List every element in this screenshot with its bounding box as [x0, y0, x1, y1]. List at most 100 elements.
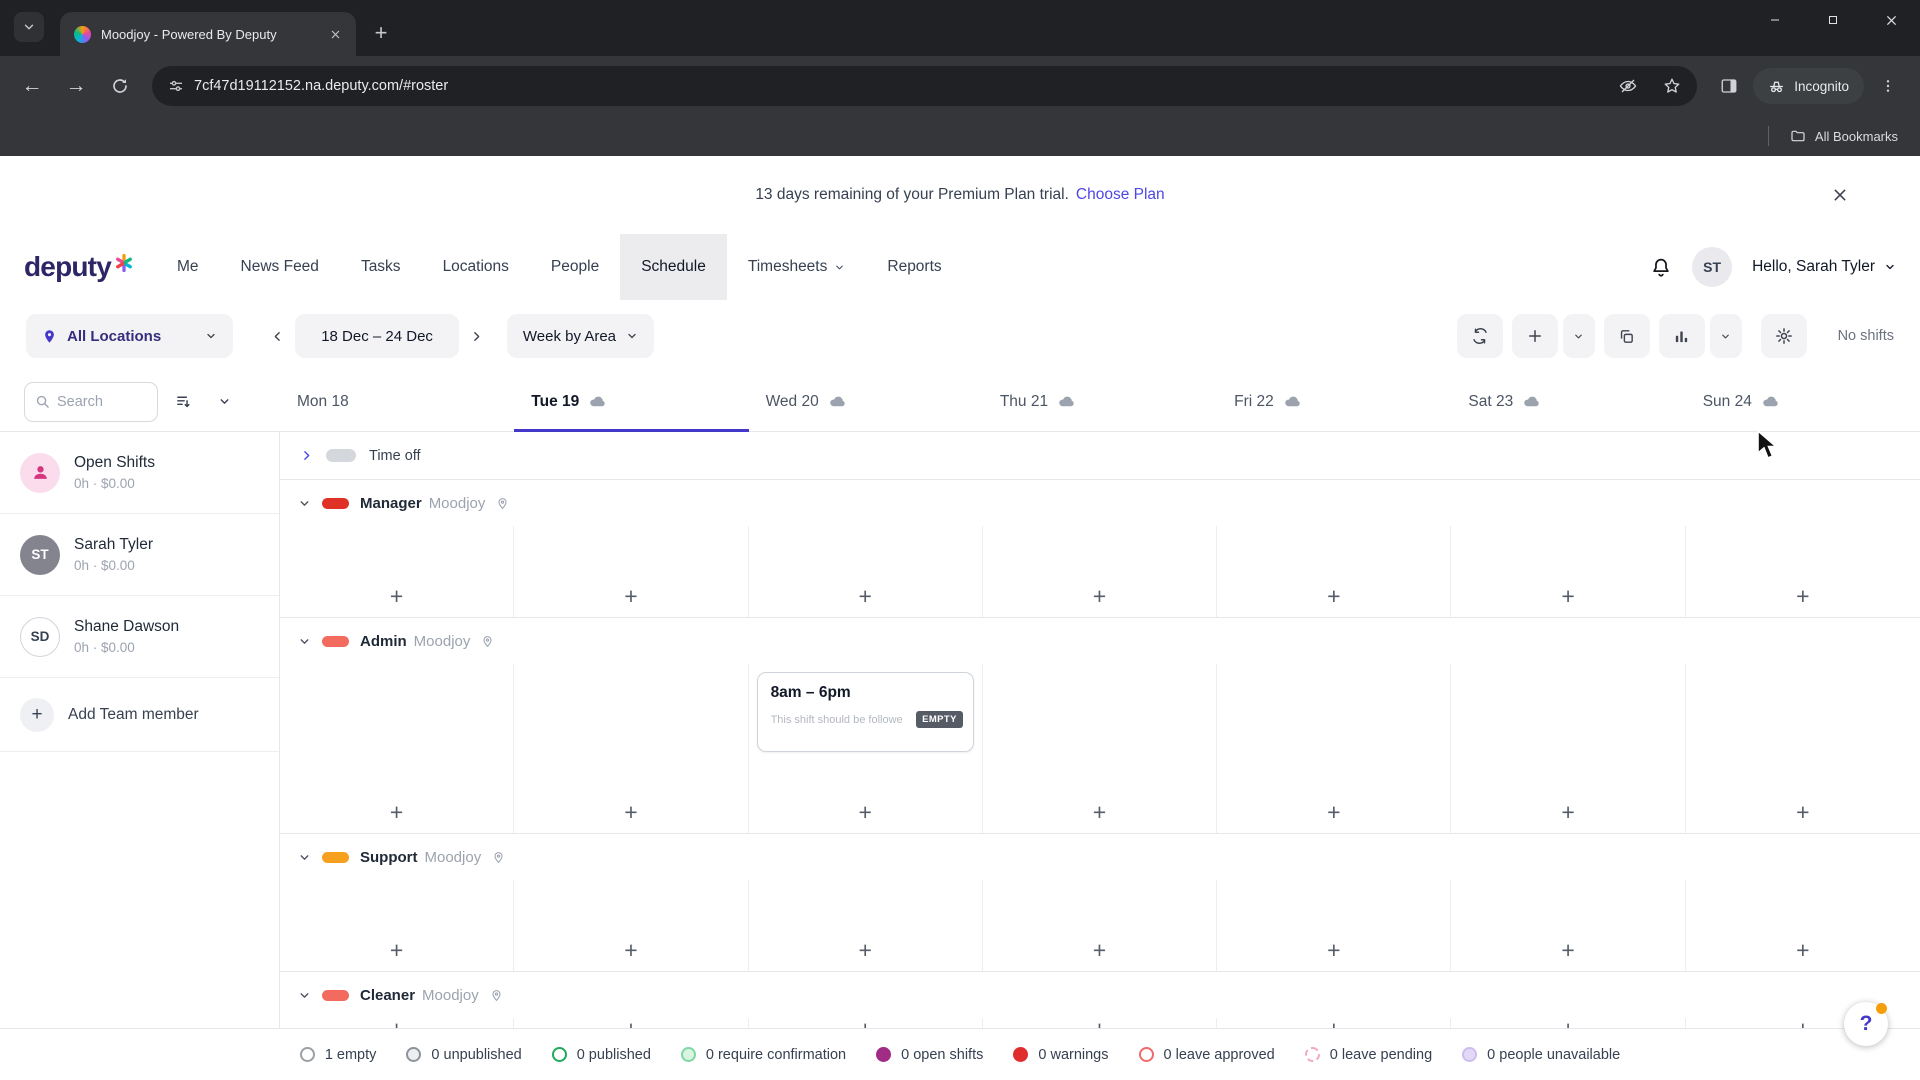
shift-cell[interactable]: + — [1686, 526, 1920, 617]
add-shift-button[interactable]: + — [1796, 801, 1809, 824]
stats-button[interactable] — [1658, 314, 1705, 358]
add-shift-button[interactable]: + — [1327, 1018, 1340, 1028]
shift-cell[interactable]: + — [514, 664, 749, 833]
day-header-mon-18[interactable]: Mon 18 — [280, 372, 514, 431]
time-off-row[interactable]: Time off — [280, 432, 1920, 480]
team-member-sarah-tyler[interactable]: ST Sarah Tyler 0h · $0.00 — [0, 514, 279, 596]
user-avatar[interactable]: ST — [1692, 247, 1733, 287]
add-shift-button[interactable]: + — [1093, 1018, 1106, 1028]
shift-cell[interactable]: + — [983, 664, 1218, 833]
add-shift-button[interactable]: + — [1796, 585, 1809, 608]
search-box[interactable] — [24, 381, 158, 422]
url-text[interactable]: 7cf47d19112152.na.deputy.com/#roster — [194, 78, 1601, 94]
day-header-wed-20[interactable]: Wed 20 — [749, 372, 983, 431]
day-header-sun-24[interactable]: Sun 24 — [1686, 372, 1920, 431]
nav-item-reports[interactable]: Reports — [866, 234, 962, 300]
shift-cell[interactable]: + — [983, 1018, 1218, 1028]
add-shift-button[interactable]: + — [624, 801, 637, 824]
tab-search-button[interactable] — [14, 12, 44, 42]
site-settings-icon[interactable] — [168, 78, 184, 94]
shift-cell[interactable]: + — [983, 880, 1218, 971]
choose-plan-link[interactable]: Choose Plan — [1076, 186, 1165, 204]
shift-cell[interactable]: + — [514, 880, 749, 971]
add-shifts-menu-button[interactable] — [1562, 314, 1595, 358]
shift-cell[interactable]: + — [280, 526, 515, 617]
tab-close-button[interactable] — [324, 23, 346, 45]
nav-item-tasks[interactable]: Tasks — [340, 234, 422, 300]
team-member-open-shifts[interactable]: Open Shifts 0h · $0.00 — [0, 432, 279, 514]
shift-cell[interactable]: + — [1686, 880, 1920, 971]
add-shift-button[interactable]: + — [1796, 939, 1809, 962]
search-input[interactable] — [57, 393, 135, 410]
expand-time-off-button[interactable] — [300, 449, 313, 462]
add-shift-button[interactable]: + — [1327, 801, 1340, 824]
add-shift-button[interactable]: + — [1561, 1018, 1574, 1028]
side-panel-button[interactable] — [1709, 66, 1749, 106]
back-button[interactable]: ← — [12, 66, 52, 106]
shift-cell[interactable]: + — [1217, 664, 1452, 833]
all-bookmarks-button[interactable]: All Bookmarks — [1815, 129, 1898, 144]
shift-cell[interactable]: + — [749, 1018, 983, 1028]
shift-card[interactable]: 8am – 6pm This shift should be followe E… — [756, 672, 974, 752]
add-shift-button[interactable]: + — [390, 1018, 403, 1028]
shift-cell[interactable]: + — [1451, 1018, 1686, 1028]
add-shift-button[interactable]: + — [1561, 801, 1574, 824]
add-team-member-button[interactable]: + Add Team member — [0, 678, 279, 752]
add-shift-button[interactable]: + — [858, 1018, 871, 1028]
forward-button[interactable]: → — [56, 66, 96, 106]
shift-cell[interactable]: + — [983, 526, 1218, 617]
shift-cell[interactable]: + — [514, 526, 749, 617]
location-filter-dropdown[interactable]: All Locations — [26, 314, 234, 358]
deputy-logo[interactable]: deputy — [24, 251, 134, 283]
add-shift-button[interactable]: + — [1093, 585, 1106, 608]
new-tab-button[interactable]: + — [366, 18, 396, 48]
nav-item-news-feed[interactable]: News Feed — [220, 234, 340, 300]
shift-cell[interactable]: + — [1451, 880, 1686, 971]
shift-cell[interactable]: + — [1451, 526, 1686, 617]
day-header-tue-19[interactable]: Tue 19 — [514, 372, 749, 432]
shift-cell[interactable]: + 8am – 6pm This shift should be followe… — [749, 664, 983, 833]
notifications-button[interactable] — [1650, 256, 1672, 278]
minimize-button[interactable] — [1746, 0, 1804, 40]
browser-menu-button[interactable] — [1868, 66, 1908, 106]
collapse-area-button[interactable] — [298, 497, 311, 510]
close-window-button[interactable] — [1862, 0, 1920, 40]
banner-close-button[interactable] — [1832, 187, 1848, 203]
shift-cell[interactable]: + — [514, 1018, 749, 1028]
add-shift-button[interactable]: + — [1093, 939, 1106, 962]
nav-item-locations[interactable]: Locations — [422, 234, 530, 300]
collapse-area-button[interactable] — [298, 635, 311, 648]
add-shift-button[interactable]: + — [858, 585, 871, 608]
shift-cell[interactable]: + — [1217, 526, 1452, 617]
add-shift-button[interactable]: + — [1327, 585, 1340, 608]
shift-cell[interactable]: + — [280, 664, 515, 833]
add-shift-button[interactable]: + — [858, 801, 871, 824]
browser-tab[interactable]: Moodjoy - Powered By Deputy — [60, 12, 356, 56]
add-shift-button[interactable]: + — [624, 939, 637, 962]
bookmark-star-button[interactable] — [1655, 69, 1689, 103]
day-header-thu-21[interactable]: Thu 21 — [983, 372, 1217, 431]
copy-schedule-button[interactable] — [1603, 314, 1650, 358]
reload-button[interactable] — [100, 66, 140, 106]
nav-item-timesheets[interactable]: Timesheets — [727, 234, 867, 300]
refresh-button[interactable] — [1456, 314, 1503, 358]
shift-cell[interactable]: + — [1217, 880, 1452, 971]
collapse-area-button[interactable] — [298, 851, 311, 864]
sort-button[interactable] — [167, 384, 199, 420]
day-header-sat-23[interactable]: Sat 23 — [1451, 372, 1685, 431]
add-shift-button[interactable]: + — [1561, 585, 1574, 608]
settings-button[interactable] — [1760, 314, 1807, 358]
view-mode-dropdown[interactable]: Week by Area — [506, 314, 655, 358]
nav-item-people[interactable]: People — [530, 234, 620, 300]
collapse-area-button[interactable] — [298, 989, 311, 1002]
add-shift-button[interactable]: + — [1796, 1018, 1809, 1028]
shift-cell[interactable]: + — [749, 526, 983, 617]
url-bar[interactable]: 7cf47d19112152.na.deputy.com/#roster — [152, 66, 1698, 106]
shift-cell[interactable]: + — [280, 880, 515, 971]
day-header-fri-22[interactable]: Fri 22 — [1217, 372, 1451, 431]
shift-cell[interactable]: + — [749, 880, 983, 971]
date-range-display[interactable]: 18 Dec – 24 Dec — [295, 314, 459, 358]
add-shift-button[interactable]: + — [624, 585, 637, 608]
password-hidden-button[interactable] — [1611, 69, 1645, 103]
add-shift-button[interactable]: + — [1093, 801, 1106, 824]
